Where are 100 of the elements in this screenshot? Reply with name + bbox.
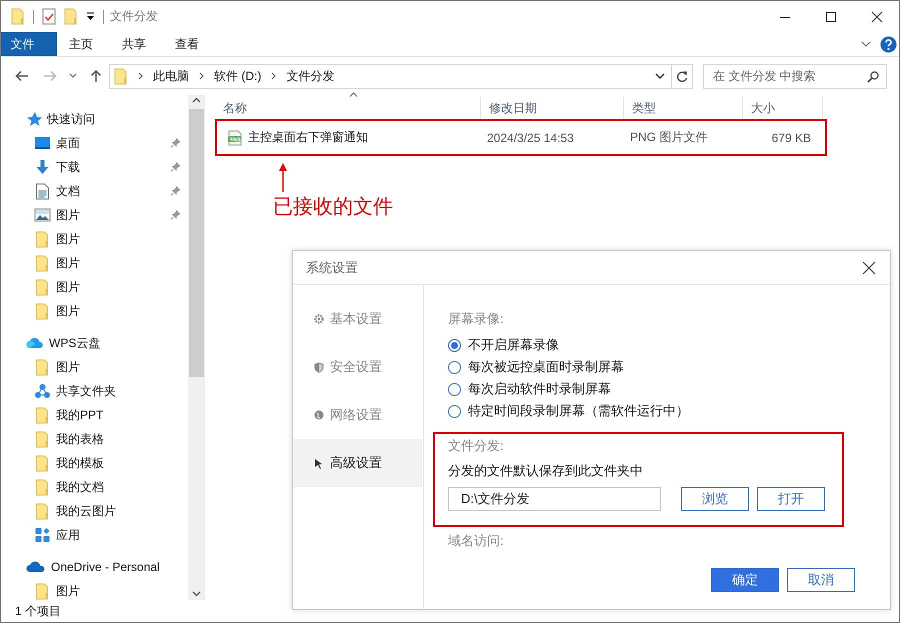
folder-icon: [11, 8, 25, 25]
breadcrumb[interactable]: 文件分发: [286, 68, 334, 84]
nav-item[interactable]: 文档: [56, 182, 162, 200]
properties-check-icon[interactable]: [42, 8, 56, 25]
section-label: 屏幕录像:: [448, 310, 505, 328]
nav-item[interactable]: 图片: [56, 302, 184, 320]
nav-item[interactable]: 图片: [56, 278, 184, 296]
scroll-thumb[interactable]: [189, 109, 204, 377]
gear-icon: [314, 314, 324, 324]
cursor-icon: [314, 458, 324, 468]
radio-button[interactable]: [448, 338, 461, 352]
section-label: 文件分发:: [448, 437, 505, 455]
radio-button[interactable]: [448, 360, 461, 374]
column-header[interactable]: 类型: [624, 97, 743, 119]
breadcrumb[interactable]: 此电脑: [153, 68, 189, 84]
nav-item[interactable]: 图片: [56, 582, 184, 600]
ribbon-tab[interactable]: 共享: [114, 32, 167, 56]
nav-item[interactable]: 我的模板: [56, 454, 184, 472]
nav-item[interactable]: 快速访问: [47, 110, 184, 128]
scroll-down-icon: [192, 591, 201, 597]
dialog-title: 系统设置: [306, 258, 358, 276]
shield-icon: [314, 362, 324, 372]
column-header[interactable]: 修改日期: [481, 97, 624, 119]
column-header[interactable]: 大小: [743, 97, 823, 119]
window-title: 文件分发: [110, 8, 158, 25]
column-header[interactable]: 名称: [215, 97, 481, 119]
search-field[interactable]: 在 文件分发 中搜索: [703, 64, 887, 88]
help-icon[interactable]: [880, 36, 897, 52]
radio-label[interactable]: 特定时间段录制屏幕（需软件运行中）: [468, 402, 689, 420]
nav-item[interactable]: OneDrive - Personal: [51, 560, 184, 574]
folder-icon: [34, 582, 51, 600]
nav-item[interactable]: 我的PPT: [56, 406, 184, 424]
chevron-right-icon: [138, 72, 143, 80]
folder-icon: [34, 406, 51, 424]
radio-button[interactable]: [448, 382, 461, 396]
desktop-icon: [34, 136, 51, 150]
search-icon: [867, 70, 879, 82]
button[interactable]: 打开: [757, 487, 825, 511]
folder-icon: [34, 278, 51, 296]
chevron-down-icon[interactable]: [861, 41, 871, 47]
dropdown-icon[interactable]: [86, 12, 95, 21]
picture-icon: [34, 208, 51, 222]
confirm-button[interactable]: 确定: [711, 568, 779, 592]
button[interactable]: 浏览: [681, 487, 749, 511]
cloud-icon: [26, 561, 46, 573]
file-name[interactable]: 主控桌面右下弹窗通知: [248, 129, 368, 146]
nav-item[interactable]: 我的文档: [56, 478, 184, 496]
back-arrow-icon[interactable]: [15, 70, 29, 82]
radio-label[interactable]: 每次被远控桌面时录制屏幕: [468, 358, 624, 376]
ribbon-tab[interactable]: 文件: [1, 32, 57, 56]
folder-path-field[interactable]: D:\文件分发: [448, 487, 661, 511]
chevron-right-icon: [199, 72, 204, 80]
close-icon[interactable]: [871, 10, 883, 22]
ribbon-tab[interactable]: 主页: [61, 32, 114, 56]
close-icon[interactable]: [862, 260, 876, 274]
settings-nav-item[interactable]: 高级设置: [293, 439, 422, 487]
cloud-icon: [26, 337, 44, 349]
scroll-up-icon: [192, 97, 201, 103]
nav-item[interactable]: 桌面: [56, 134, 162, 152]
settings-nav-item[interactable]: 基本设置: [293, 295, 423, 343]
radio-button[interactable]: [448, 404, 461, 418]
nav-item[interactable]: 下载: [56, 158, 162, 176]
maximize-icon[interactable]: [825, 10, 837, 22]
address-bar[interactable]: 此电脑 软件 (D:) 文件分发: [109, 64, 672, 88]
settings-nav-item[interactable]: 安全设置: [293, 343, 423, 391]
sort-caret-icon: [349, 92, 358, 97]
dropdown-chevron-icon[interactable]: [655, 73, 666, 79]
ribbon-tab[interactable]: 查看: [167, 32, 220, 56]
folder-icon: [34, 254, 51, 272]
recent-chevron-icon[interactable]: [69, 73, 77, 79]
document-icon: [34, 182, 51, 200]
refresh-icon[interactable]: [676, 70, 688, 82]
globe-icon: [314, 410, 324, 420]
folder-icon: [34, 302, 51, 320]
radio-label[interactable]: 每次启动软件时录制屏幕: [468, 380, 611, 398]
cancel-button[interactable]: 取消: [787, 568, 855, 592]
settings-nav-item[interactable]: 网络设置: [293, 391, 423, 439]
nav-item[interactable]: 应用: [56, 526, 184, 544]
table-cell-text: 2024/3/25 14:53: [486, 130, 575, 144]
table-cell-text: PNG 图片文件: [629, 129, 708, 146]
status-text: 1 个项目: [15, 602, 62, 620]
nav-item[interactable]: 我的云图片: [56, 502, 184, 520]
scrollbar[interactable]: [188, 95, 205, 600]
description-text: 分发的文件默认保存到此文件夹中: [448, 462, 644, 480]
folder-icon: [34, 358, 51, 376]
apps-grid-icon: [34, 527, 51, 543]
download-arrow-icon: [34, 159, 51, 175]
folder-icon: [34, 502, 51, 520]
nav-item[interactable]: 图片: [56, 206, 162, 224]
nav-item[interactable]: 我的表格: [56, 430, 184, 448]
radio-label[interactable]: 不开启屏幕录像: [468, 336, 559, 354]
nav-item[interactable]: 图片: [56, 358, 184, 376]
nav-item[interactable]: WPS云盘: [49, 334, 184, 352]
up-arrow-icon[interactable]: [90, 69, 102, 83]
breadcrumb[interactable]: 软件 (D:): [214, 68, 262, 84]
nav-item[interactable]: 图片: [56, 254, 184, 272]
folder-icon: [34, 478, 51, 496]
share-nodes-icon: [34, 383, 51, 399]
nav-item[interactable]: 图片: [56, 230, 184, 248]
nav-item[interactable]: 共享文件夹: [56, 382, 184, 400]
